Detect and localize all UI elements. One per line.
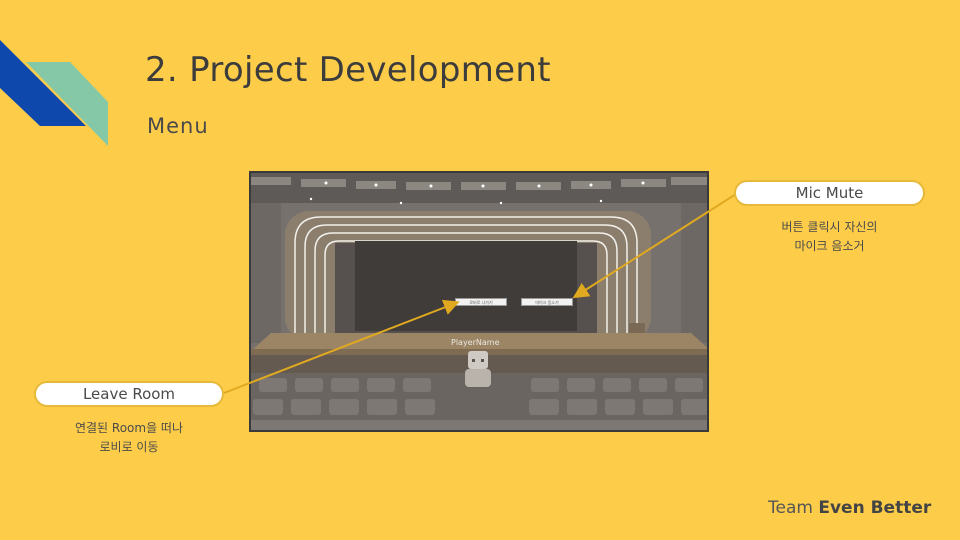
leave-room-description: 연결된 Room을 떠나 로비로 이동 <box>34 419 224 457</box>
team-name: Even Better <box>818 498 932 518</box>
mic-mute-desc-line2: 마이크 음소거 <box>794 239 865 253</box>
team-footer: Team Even Better <box>768 498 931 518</box>
leave-lobby-button[interactable]: 로비로 나가기 <box>455 298 507 306</box>
slide-subtitle: Menu <box>147 114 209 138</box>
mic-mute-callout: Mic Mute <box>734 180 925 206</box>
slide-title: 2. Project Development <box>145 50 551 90</box>
mic-mute-description: 버튼 클릭시 자신의 마이크 음소거 <box>734 218 925 256</box>
mic-mute-button[interactable]: 마이크 음소거 <box>521 298 573 306</box>
player-name-label: PlayerName <box>451 338 500 347</box>
corner-decoration <box>0 40 108 146</box>
leave-room-desc-line2: 로비로 이동 <box>99 440 159 454</box>
game-screenshot: 로비로 나가기 마이크 음소거 PlayerName <box>249 171 709 432</box>
leave-room-callout: Leave Room <box>34 381 224 407</box>
mic-mute-desc-line1: 버튼 클릭시 자신의 <box>781 220 878 234</box>
leave-room-desc-line1: 연결된 Room을 떠나 <box>74 421 184 435</box>
team-prefix: Team <box>768 498 819 518</box>
